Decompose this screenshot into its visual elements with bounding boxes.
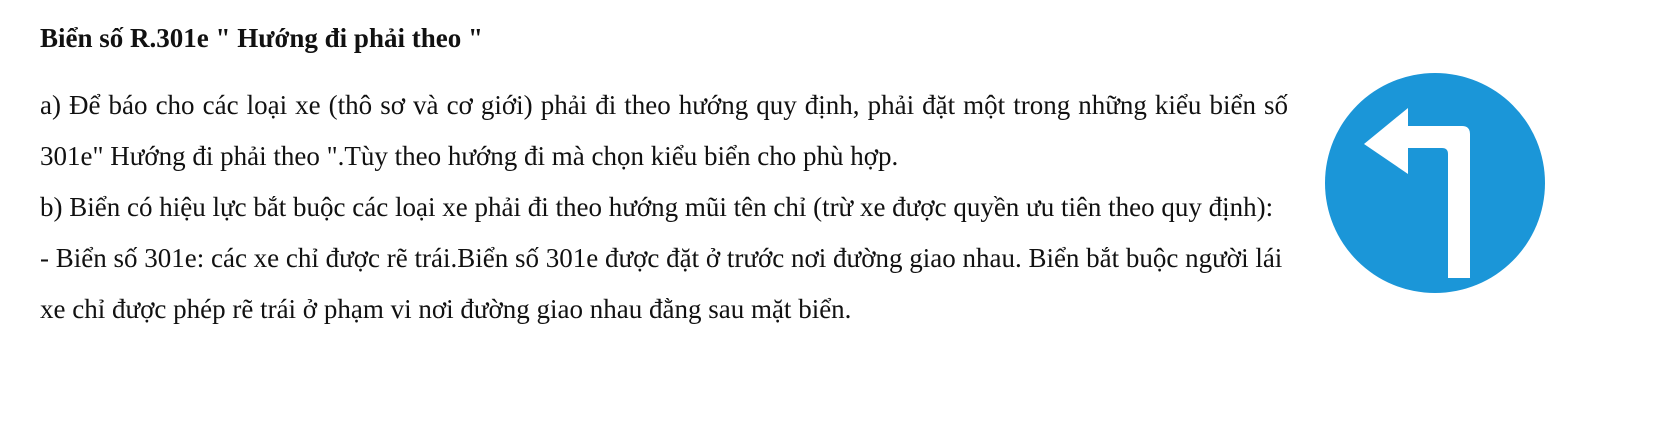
sign-circle (1325, 73, 1545, 293)
paragraph-b: b) Biển có hiệu lực bắt buộc các loại xe… (40, 192, 1274, 222)
turn-left-sign-icon (1325, 73, 1545, 293)
document-body: a) Để báo cho các loại xe (thô sơ và cơ … (40, 80, 1288, 335)
paragraph-a: a) Để báo cho các loại xe (thô sơ và cơ … (40, 90, 1288, 171)
paragraph-c: - Biển số 301e: các xe chỉ được rẽ trái.… (40, 243, 1283, 324)
document-title: Biển số R.301e " Hướng đi phải theo " (40, 23, 483, 53)
